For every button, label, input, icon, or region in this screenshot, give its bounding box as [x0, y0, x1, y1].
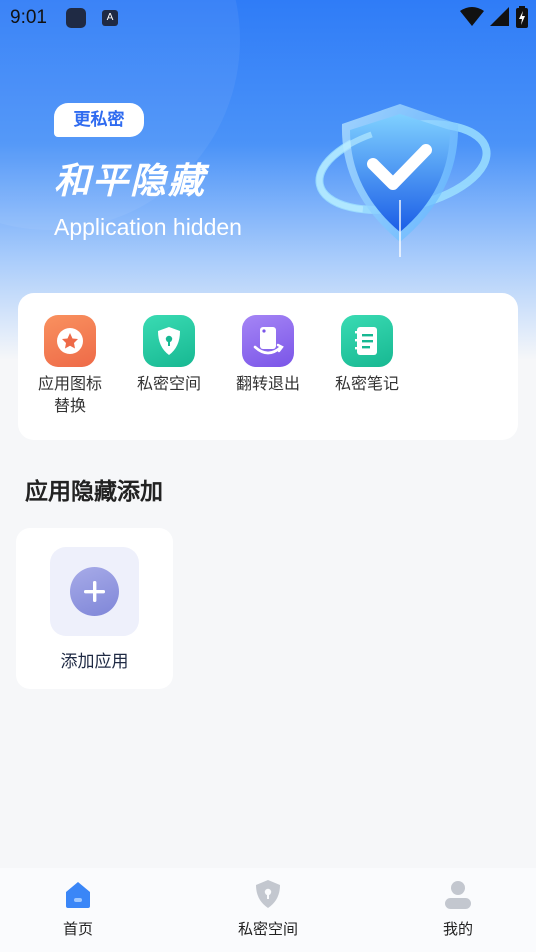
notification-app-icon [66, 8, 86, 28]
flip-phone-icon [242, 315, 294, 367]
tab-label: 私密空间 [237, 920, 298, 938]
add-app-card[interactable]: 添加应用 [16, 528, 173, 689]
tool-private-space[interactable]: 私密空间 [124, 315, 214, 395]
cell-signal-icon [490, 7, 509, 26]
tool-flip-exit[interactable]: 翻转退出 [223, 315, 313, 395]
hero-subtitle: Application hidden [54, 214, 242, 240]
home-icon [66, 882, 90, 908]
shield-check-icon [315, 104, 491, 257]
tab-home[interactable]: 首页 [18, 878, 138, 939]
section-title: 应用隐藏添加 [25, 479, 163, 505]
bottom-tab-bar: 首页 私密空间 我的 [0, 868, 536, 952]
tool-app-icon-replace[interactable]: 应用图标替换 [25, 315, 115, 417]
notification-a-icon: A [102, 10, 118, 26]
tab-mine[interactable]: 我的 [398, 878, 518, 939]
user-icon [445, 881, 471, 909]
lock-shield-icon [143, 315, 195, 367]
battery-icon [516, 6, 528, 28]
status-bar: 9:01 A [0, 0, 536, 36]
add-app-label: 添加应用 [60, 652, 129, 672]
tab-label: 我的 [442, 920, 473, 938]
tab-label: 首页 [62, 920, 93, 938]
privacy-badge: 更私密 [54, 103, 144, 137]
tool-label: 翻转退出 [235, 374, 300, 393]
plus-icon [70, 567, 119, 616]
status-time: 9:01 [10, 7, 47, 28]
hero-title: 和平隐藏 [54, 161, 207, 202]
tool-private-notes[interactable]: 私密笔记 [322, 315, 412, 395]
tool-label: 私密空间 [136, 374, 201, 393]
star-icon [44, 315, 96, 367]
tab-private-space[interactable]: 私密空间 [208, 878, 328, 939]
add-app-button[interactable] [50, 547, 139, 636]
tool-label: 私密笔记 [334, 374, 399, 393]
wifi-icon [460, 7, 484, 26]
tool-label: 应用图标替换 [37, 374, 102, 415]
tools-card: 应用图标替换 私密空间 翻转退出 私密笔记 [18, 293, 518, 440]
status-indicators [460, 6, 528, 28]
lock-shield-icon [256, 880, 280, 908]
notebook-icon [341, 315, 393, 367]
